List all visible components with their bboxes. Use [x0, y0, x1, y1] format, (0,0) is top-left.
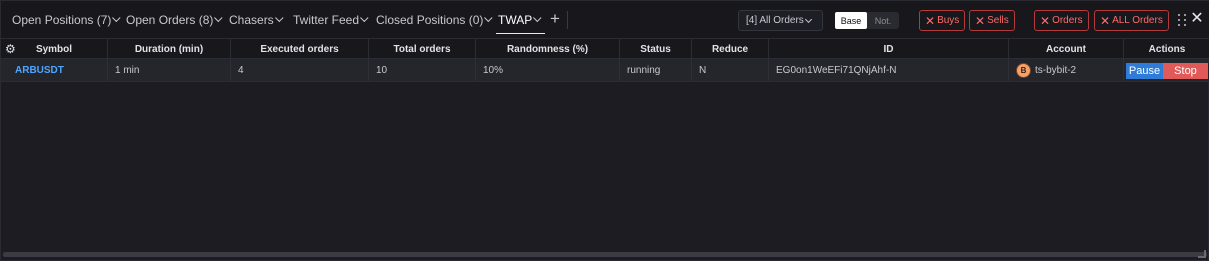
chevron-down-icon	[533, 13, 542, 23]
close-icon: ✕	[1040, 13, 1051, 28]
col-id: ID	[769, 39, 1009, 59]
col-total-orders: Total orders	[369, 39, 476, 59]
tab-divider	[567, 11, 568, 29]
cancel-all-orders-label: ALL Orders	[1112, 15, 1163, 26]
chevron-down-icon	[484, 13, 493, 23]
chevron-down-icon	[804, 15, 813, 24]
close-panel-button[interactable]: ✕	[1190, 11, 1204, 27]
cell-duration: 1 min	[108, 59, 231, 81]
col-duration: Duration (min)	[108, 39, 231, 59]
cell-randomness: 10%	[476, 59, 620, 81]
base-notional-toggle[interactable]: Base Not.	[835, 12, 899, 29]
tab-twitter-feed[interactable]: Twitter Feed	[293, 11, 369, 29]
table-header: ⚙ Symbol Duration (min) Executed orders …	[1, 38, 1209, 59]
col-account: Account	[1009, 39, 1124, 59]
tab-open-orders[interactable]: Open Orders (8)	[126, 11, 223, 29]
order-filter-value: [4] All Orders	[746, 15, 804, 26]
tab-label: Open Positions (7)	[12, 13, 112, 27]
close-icon: ✕	[925, 13, 936, 28]
col-randomness: Randomness (%)	[476, 39, 620, 59]
panel-toolbar: Open Positions (7) Open Orders (8) Chase…	[1, 1, 1209, 38]
tab-label: TWAP	[498, 13, 533, 27]
chevron-down-icon	[274, 13, 284, 23]
cell-symbol[interactable]: ARBUSDT	[1, 59, 108, 81]
chevron-down-icon	[112, 13, 121, 23]
tab-twap[interactable]: TWAP	[495, 11, 546, 34]
col-reduce: Reduce	[692, 39, 769, 59]
cell-reduce: N	[692, 59, 769, 81]
col-symbol: Symbol	[1, 39, 108, 59]
bybit-icon: B	[1016, 62, 1031, 78]
tab-label: Open Orders (8)	[126, 13, 214, 27]
pause-button[interactable]: Pause	[1126, 63, 1163, 79]
cell-total-orders: 10	[369, 59, 476, 81]
close-icon: ✕	[1100, 13, 1111, 28]
cancel-orders-label: Orders	[1052, 15, 1083, 26]
tab-label: Chasers	[229, 13, 274, 27]
resize-handle-icon[interactable]	[1198, 250, 1206, 258]
close-sells-label: Sells	[987, 15, 1009, 26]
cell-executed-orders: 4	[231, 59, 369, 81]
account-name: ts-bybit-2	[1035, 64, 1077, 76]
close-icon: ✕	[975, 13, 986, 28]
close-sells-button[interactable]: ✕ Sells	[969, 10, 1015, 31]
cell-status: running	[620, 59, 692, 81]
drag-handle-icon[interactable]	[1178, 14, 1188, 27]
twap-panel: Open Positions (7) Open Orders (8) Chase…	[0, 0, 1209, 261]
horizontal-scrollbar[interactable]	[3, 252, 1207, 257]
cell-id: EG0on1WeEFi71QNjAhf-N	[769, 59, 1009, 81]
toggle-base[interactable]: Base	[835, 12, 867, 29]
close-buys-button[interactable]: ✕ Buys	[919, 10, 966, 31]
col-actions: Actions	[1148, 43, 1186, 55]
chevron-down-icon	[214, 13, 223, 23]
toggle-notional[interactable]: Not.	[867, 12, 899, 29]
cancel-orders-button[interactable]: ✕ Orders	[1034, 10, 1089, 31]
tab-chasers[interactable]: Chasers	[229, 11, 284, 29]
order-filter-select[interactable]: [4] All Orders	[738, 10, 823, 31]
tab-open-positions[interactable]: Open Positions (7)	[12, 11, 121, 29]
col-status: Status	[620, 39, 692, 59]
cancel-all-orders-button[interactable]: ✕ ALL Orders	[1094, 10, 1169, 31]
cell-account: B ts-bybit-2	[1009, 59, 1124, 81]
stop-button[interactable]: Stop	[1163, 63, 1208, 79]
add-tab-button[interactable]: +	[548, 10, 562, 28]
tab-label: Twitter Feed	[293, 13, 360, 27]
col-executed-orders: Executed orders	[231, 39, 369, 59]
tab-label: Closed Positions (0)	[376, 13, 484, 27]
close-buys-label: Buys	[937, 15, 960, 26]
table-row: ARBUSDT 1 min 4 10 10% running N EG0on1W…	[1, 59, 1209, 82]
chevron-down-icon	[360, 13, 369, 23]
tab-closed-positions[interactable]: Closed Positions (0)	[376, 11, 493, 29]
